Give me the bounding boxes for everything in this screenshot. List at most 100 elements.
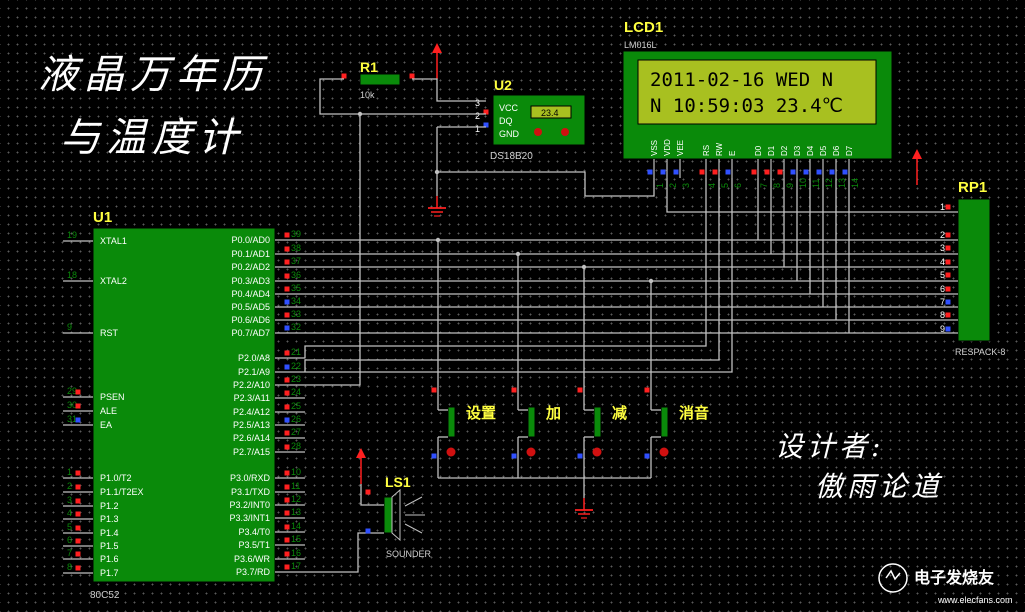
u1-pin-marker bbox=[284, 564, 290, 570]
junction-dot bbox=[435, 237, 441, 243]
u1-pin-marker bbox=[75, 389, 81, 395]
lcd-pin-label: VDD bbox=[663, 139, 672, 156]
button-pin-marker bbox=[511, 387, 517, 393]
u1-pin-label: P0.5/AD5 bbox=[231, 302, 270, 312]
u1-pin-marker bbox=[284, 404, 290, 410]
u1-pin-number: 39 bbox=[291, 229, 301, 239]
rp1-pin-number: 2 bbox=[940, 230, 945, 240]
lcd-pin-number: 5 bbox=[720, 183, 730, 188]
lcd-pin-number: 2 bbox=[668, 183, 678, 188]
u1-pin-label: P3.4/T0 bbox=[238, 527, 270, 537]
lcd-pin-marker bbox=[803, 169, 809, 175]
lcd-pin-number: 10 bbox=[798, 178, 808, 188]
button-label-2: 减 bbox=[612, 404, 627, 422]
button-pin-marker bbox=[644, 387, 650, 393]
lcd-pin-marker bbox=[660, 169, 666, 175]
u1-pin-marker bbox=[284, 430, 290, 436]
button-press-icon bbox=[446, 447, 456, 457]
u1-pin-number: 27 bbox=[291, 427, 301, 437]
u1-pin-marker bbox=[284, 377, 290, 383]
r1-value: 10k bbox=[360, 90, 375, 100]
u1-pin-label: P2.3/A11 bbox=[234, 393, 270, 403]
u1-pin-label: P2.5/A13 bbox=[233, 420, 270, 430]
lcd-pin-label: D2 bbox=[780, 145, 789, 156]
u1-ref: U1 bbox=[93, 209, 112, 226]
junction-dot bbox=[357, 111, 363, 117]
lcd-part: LM016L bbox=[624, 40, 657, 50]
lcd-pin-label: VSS bbox=[650, 140, 659, 156]
u1-pin-label: EA bbox=[100, 420, 112, 430]
u1-pin-label: P2.2/A10 bbox=[233, 380, 270, 390]
u1-pin-label: P1.3 bbox=[100, 514, 119, 524]
sound-wave-icon bbox=[404, 523, 423, 534]
u1-pin-number: 25 bbox=[291, 401, 301, 411]
u1-pin-label: P3.7/RD bbox=[236, 567, 271, 577]
button-press-icon bbox=[526, 447, 536, 457]
lcd-pin-label: D6 bbox=[832, 145, 841, 156]
u1-pin-marker bbox=[284, 273, 290, 279]
rp1-pin-marker bbox=[945, 326, 951, 332]
u1-pin-marker bbox=[284, 246, 290, 252]
u1-pin-number: 15 bbox=[291, 534, 301, 544]
u1-pin-number: 18 bbox=[67, 270, 77, 280]
lcd-pin-number: 3 bbox=[681, 183, 691, 188]
u1-pin-label: P3.1/TXD bbox=[231, 487, 271, 497]
u1-pin-marker bbox=[75, 417, 81, 423]
u1-pin-marker bbox=[75, 565, 81, 571]
u1-pin-number: 19 bbox=[67, 230, 77, 240]
u1-pin-marker bbox=[284, 390, 290, 396]
rp1-ref: RP1 bbox=[958, 179, 987, 196]
u1-pin-number: 36 bbox=[291, 270, 301, 280]
lcd-vss bbox=[437, 171, 655, 197]
u1-pin-label: P3.2/INT0 bbox=[229, 500, 270, 510]
lcd-line2: N 10:59:03 23.4℃ bbox=[650, 95, 843, 117]
lcd-pin-number: 7 bbox=[759, 183, 769, 188]
button-pin-marker bbox=[431, 387, 437, 393]
u1-pin-label: P1.2 bbox=[100, 501, 119, 511]
dq-line bbox=[305, 78, 361, 386]
u1-pin-number: 9 bbox=[67, 322, 72, 332]
u1-pin-label: P0.2/AD2 bbox=[231, 262, 270, 272]
u1-pin-number: 8 bbox=[67, 562, 72, 572]
u1-pin-number: 21 bbox=[291, 347, 301, 357]
u1-pin-marker bbox=[284, 299, 290, 305]
u1-pin-marker bbox=[284, 259, 290, 265]
lcd-pin-label: RW bbox=[715, 142, 724, 156]
u2-pin-label: GND bbox=[499, 129, 520, 139]
rp1-pin-number: 4 bbox=[940, 257, 945, 267]
watermark-logo-icon bbox=[885, 569, 901, 581]
u1-pin-label: P0.6/AD6 bbox=[231, 315, 270, 325]
button-press-icon bbox=[592, 447, 602, 457]
lcd-pin-marker bbox=[829, 169, 835, 175]
rp1-part: RESPACK-8 bbox=[955, 347, 1005, 357]
r1-body bbox=[359, 73, 401, 86]
u1-pin-marker bbox=[284, 444, 290, 450]
u1-pin-number: 28 bbox=[291, 441, 301, 451]
rp1-pin-marker bbox=[945, 232, 951, 238]
u1-pin-marker bbox=[75, 470, 81, 476]
u1-pin-label: P1.5 bbox=[100, 541, 119, 551]
lcd-pin-marker bbox=[699, 169, 705, 175]
u1-part: 80C52 bbox=[90, 590, 120, 601]
rp1-body bbox=[957, 198, 991, 342]
lcd-pin-label: D3 bbox=[793, 145, 802, 156]
lcd-pin-number: 11 bbox=[811, 179, 821, 188]
lcd-pin-marker bbox=[725, 169, 731, 175]
u2-display-value: 23.4 bbox=[541, 108, 559, 118]
u1-pin-marker bbox=[284, 484, 290, 490]
u1-pin-marker bbox=[284, 232, 290, 238]
lcd-pin-number: 14 bbox=[850, 178, 860, 188]
u1-pin-label: P1.1/T2EX bbox=[100, 487, 144, 497]
lcd-ref: LCD1 bbox=[624, 19, 663, 36]
u1-pin-number: 37 bbox=[291, 256, 301, 266]
u1-pin-label: P2.7/A15 bbox=[233, 447, 270, 457]
rp1-pin-marker bbox=[945, 286, 951, 292]
u1-pin-number: 16 bbox=[291, 548, 301, 558]
rp1-pin-marker bbox=[945, 245, 951, 251]
watermark-url: www.elecfans.com bbox=[937, 595, 1013, 605]
sounder-line bbox=[305, 532, 384, 573]
ls1-pin-marker bbox=[365, 489, 371, 495]
lcd-pin-label: RS bbox=[702, 145, 711, 156]
rp1-pin-marker bbox=[945, 259, 951, 265]
u1-pin-number: 38 bbox=[291, 243, 301, 253]
